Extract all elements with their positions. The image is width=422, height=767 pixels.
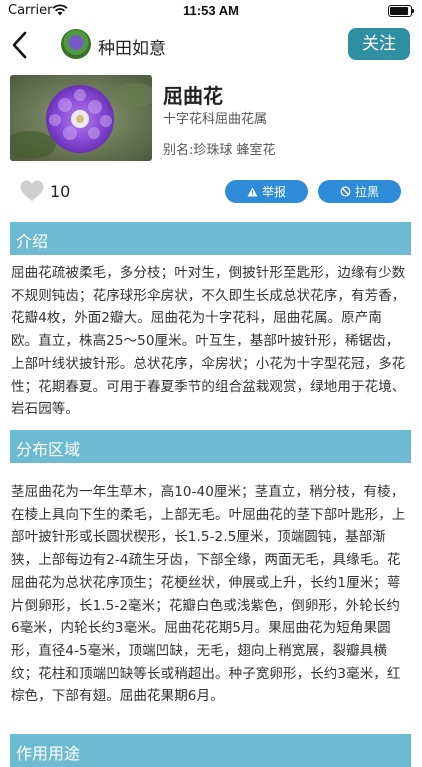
section-text-intro: 屈曲花疏被柔毛，多分枝；叶对生，倒披针形至匙形，边缘有少数不规则钝齿；花序球形伞… bbox=[11, 265, 406, 418]
navigation-bar: 种田如意 关注 bbox=[0, 22, 422, 68]
status-time: 11:53 AM bbox=[183, 3, 239, 18]
section-header-distribution: 分布区域 bbox=[10, 430, 411, 463]
follow-button[interactable]: 关注 bbox=[348, 28, 410, 60]
status-bar: Carrier 11:53 AM bbox=[0, 0, 422, 22]
block-label: 拉黑 bbox=[354, 185, 379, 199]
section-title-uses: 作用用途 bbox=[16, 744, 81, 763]
block-button[interactable]: 拉黑 bbox=[318, 180, 401, 203]
section-title-intro: 介绍 bbox=[16, 232, 49, 251]
plant-family: 十字花科屈曲花属 bbox=[163, 112, 268, 127]
plant-alias: 别名:珍珠球 蜂室花 bbox=[163, 143, 276, 158]
app-name: 种田如意 bbox=[98, 39, 166, 59]
section-header-uses: 作用用途 bbox=[10, 734, 411, 767]
section-header-intro: 介绍 bbox=[10, 222, 411, 255]
like-count: 10 bbox=[50, 182, 71, 201]
back-button[interactable] bbox=[6, 28, 36, 62]
ban-icon bbox=[340, 186, 351, 197]
section-text-distribution: 茎屈曲花为一年生草木，高10-40厘米；茎直立，稍分枝，有棱，在棱上具向下生的柔… bbox=[11, 484, 406, 705]
report-label: 举报 bbox=[261, 185, 286, 199]
warning-icon bbox=[247, 187, 258, 196]
battery-icon bbox=[388, 5, 414, 17]
app-avatar[interactable] bbox=[61, 29, 91, 59]
heart-icon[interactable] bbox=[19, 179, 45, 203]
report-button[interactable]: 举报 bbox=[225, 180, 308, 203]
chevron-left-icon bbox=[12, 31, 27, 59]
plant-name: 屈曲花 bbox=[163, 84, 223, 108]
plant-photo[interactable] bbox=[10, 75, 152, 161]
section-title-distribution: 分布区域 bbox=[16, 440, 81, 459]
